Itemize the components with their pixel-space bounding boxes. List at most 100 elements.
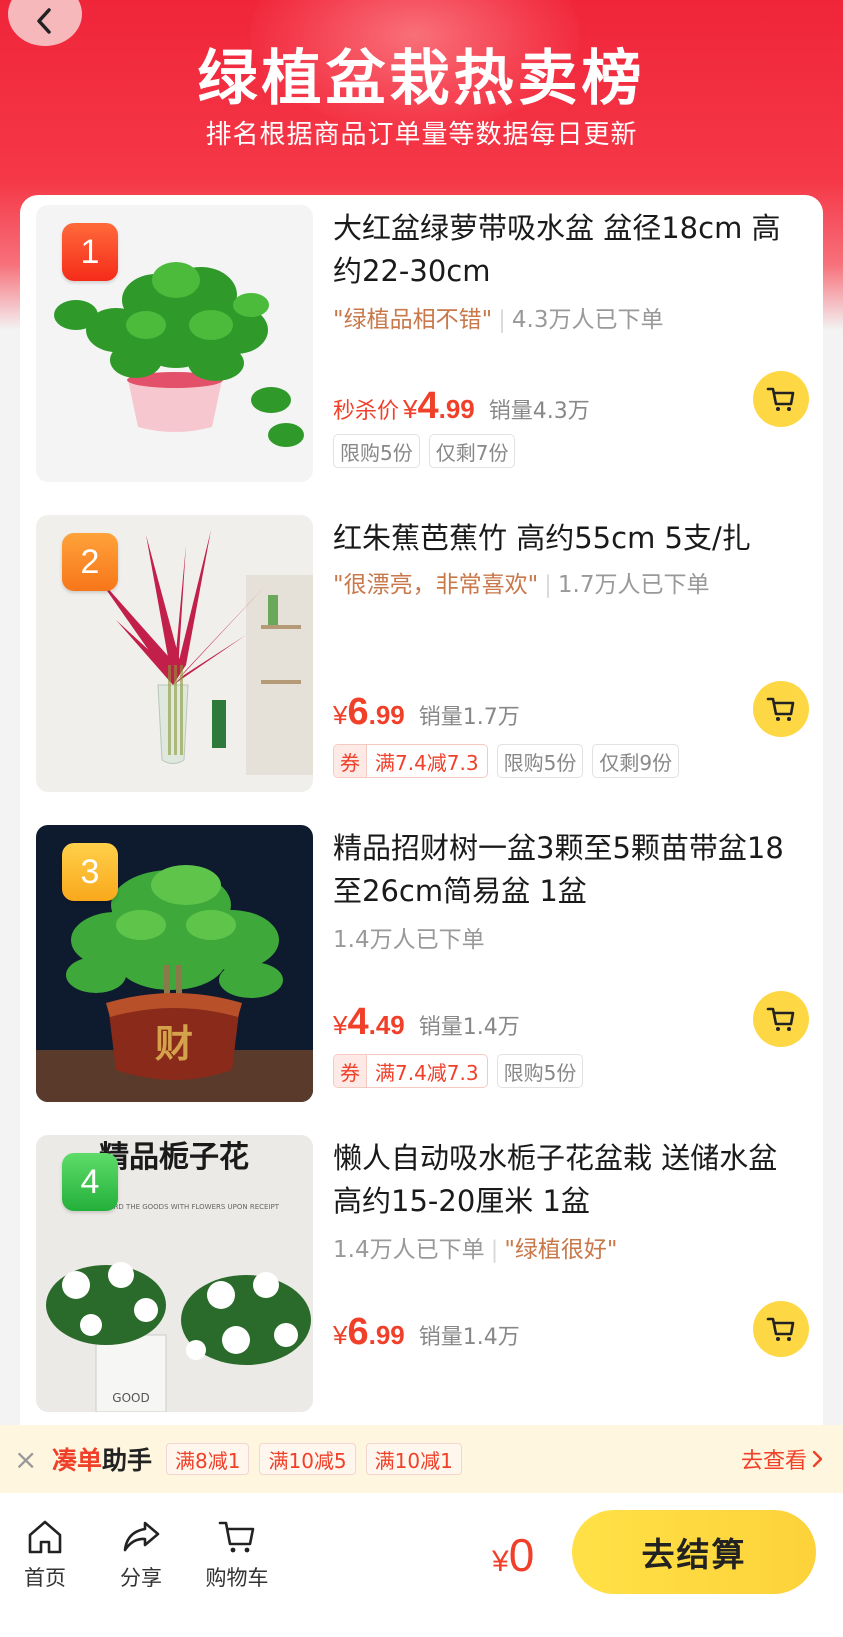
product-meta: 1.4万人已下单 <box>333 920 485 954</box>
price-integer: 6 <box>347 1311 369 1353</box>
price-integer: 4 <box>417 385 439 427</box>
currency-symbol: ¥ <box>403 394 418 424</box>
nav-home[interactable]: 首页 <box>0 1518 90 1592</box>
orders-count: 1.7万人已下单 <box>557 572 710 598</box>
nav-label: 分享 <box>120 1566 162 1590</box>
product-image[interactable]: 1 <box>36 205 313 482</box>
product-meta: 1.4万人已下单 | "绿植很好" <box>333 1230 618 1264</box>
view-bundle-label: 去查看 <box>740 1449 807 1474</box>
stock-tag: 仅剩7份 <box>428 434 516 468</box>
product-meta: "很漂亮，非常喜欢" | 1.7万人已下单 <box>333 565 710 599</box>
limit-tag: 限购5份 <box>496 1054 584 1088</box>
cart-icon <box>766 387 795 411</box>
list-item[interactable]: 财 3 精品招财树一盆3颗至5颗苗带盆18至26cm简易盆 1盆 1.4万人已下… <box>36 825 811 1105</box>
coupon-tag[interactable]: 券 满7.4减7.3 <box>333 744 488 778</box>
price-integer: 4 <box>347 1001 369 1043</box>
price-decimal: .49 <box>368 1010 405 1040</box>
currency-symbol: ¥ <box>333 700 348 730</box>
currency-symbol: ¥ <box>333 1320 348 1350</box>
pot-label: GOOD <box>112 1391 149 1405</box>
nav-label: 首页 <box>24 1566 66 1590</box>
rank-badge: 2 <box>62 533 118 591</box>
divider: | <box>490 1237 499 1263</box>
sales-count: 销量1.4万 <box>418 1015 520 1040</box>
sales-count: 销量4.3万 <box>488 399 590 424</box>
price-row: ¥ 4 .49 销量1.4万 <box>333 1001 520 1044</box>
nav-label: 购物车 <box>205 1566 269 1590</box>
rank-badge: 1 <box>62 223 118 281</box>
tag-list: 券 满7.4减7.3 限购5份 <box>333 1054 584 1088</box>
limit-tag: 限购5份 <box>496 744 584 778</box>
divider: | <box>498 307 506 333</box>
currency-symbol: ¥ <box>492 1545 509 1578</box>
nav-share[interactable]: 分享 <box>96 1518 186 1592</box>
product-image[interactable]: 精品栀子花 REWARD THE GOODS WITH FLOWERS UPON… <box>36 1135 313 1412</box>
stock-tag: 仅剩9份 <box>592 744 680 778</box>
rank-badge: 3 <box>62 843 118 901</box>
discount-chip[interactable]: 满10减1 <box>365 1443 462 1475</box>
page-title: 绿植盆栽热卖榜 <box>197 44 646 114</box>
price-decimal: .99 <box>368 1320 405 1350</box>
coupon-label: 券 <box>334 745 367 777</box>
helper-title-rest: 助手 <box>102 1446 153 1475</box>
price-row: ¥ 6 .99 销量1.7万 <box>333 691 520 734</box>
discount-chip[interactable]: 满8减1 <box>166 1443 250 1475</box>
orders-count: 4.3万人已下单 <box>511 307 664 333</box>
chevron-right-icon <box>812 1450 823 1468</box>
product-name[interactable]: 大红盆绿萝带吸水盆 盆径18cm 高约22-30cm <box>333 207 808 293</box>
flash-sale-label: 秒杀价 <box>333 399 400 424</box>
add-to-cart-button[interactable] <box>753 1301 809 1357</box>
list-item[interactable]: 精品栀子花 REWARD THE GOODS WITH FLOWERS UPON… <box>36 1135 811 1415</box>
product-meta: "绿植品相不错" | 4.3万人已下单 <box>333 300 664 334</box>
coupon-value: 满7.4减7.3 <box>375 1060 479 1085</box>
orders-count: 1.4万人已下单 <box>333 1237 485 1263</box>
add-to-cart-button[interactable] <box>753 991 809 1047</box>
price-decimal: .99 <box>368 700 405 730</box>
add-to-cart-button[interactable] <box>753 371 809 427</box>
view-bundle-link[interactable]: 去查看 <box>741 1443 825 1475</box>
cart-icon <box>766 1007 795 1031</box>
cart-icon <box>766 1317 795 1341</box>
image-headline: 精品栀子花 <box>99 1140 249 1175</box>
coupon-value: 满7.4减7.3 <box>375 750 479 775</box>
price-row: ¥ 6 .99 销量1.4万 <box>333 1311 520 1354</box>
total-value: 0 <box>508 1529 535 1581</box>
discount-chip[interactable]: 满10减5 <box>259 1443 356 1475</box>
review-quote: "很漂亮，非常喜欢" <box>333 572 539 598</box>
limit-tag: 限购5份 <box>333 434 420 468</box>
review-quote: "绿植很好" <box>504 1237 618 1263</box>
nav-cart[interactable]: 购物车 <box>192 1518 282 1592</box>
coupon-label: 券 <box>334 1055 367 1087</box>
review-quote: "绿植品相不错" <box>333 307 493 333</box>
checkout-button[interactable]: 去结算 <box>572 1510 816 1594</box>
add-to-cart-button[interactable] <box>753 681 809 737</box>
cart-icon <box>766 697 795 721</box>
cart-total: ¥0 <box>492 1528 534 1582</box>
tag-list: 限购5份 仅剩7份 <box>333 434 516 468</box>
product-name[interactable]: 精品招财树一盆3颗至5颗苗带盆18至26cm简易盆 1盆 <box>333 827 808 913</box>
product-image[interactable]: 财 3 <box>36 825 313 1102</box>
currency-symbol: ¥ <box>333 1010 348 1040</box>
tag-list: 券 满7.4减7.3 限购5份 仅剩9份 <box>333 744 680 778</box>
price-integer: 6 <box>347 691 369 733</box>
list-item[interactable]: 1 大红盆绿萝带吸水盆 盆径18cm 高约22-30cm "绿植品相不错" | 4.… <box>36 205 811 485</box>
image-subtext: REWARD THE GOODS WITH FLOWERS UPON RECEI… <box>93 1203 280 1211</box>
sales-count: 销量1.4万 <box>418 1325 520 1350</box>
helper-title: 凑单助手 <box>52 1441 152 1477</box>
coupon-tag[interactable]: 券 满7.4减7.3 <box>333 1054 488 1088</box>
product-name[interactable]: 红朱蕉芭蕉竹 高约55cm 5支/扎 <box>333 517 808 560</box>
sales-count: 销量1.7万 <box>418 705 520 730</box>
close-icon[interactable]: × <box>14 1443 44 1476</box>
helper-title-accent: 凑单 <box>52 1446 103 1475</box>
ranking-list: 1 大红盆绿萝带吸水盆 盆径18cm 高约22-30cm "绿植品相不错" | 4.… <box>20 195 823 1445</box>
price-row: 秒杀价 ¥ 4 .99 销量4.3万 <box>333 385 590 428</box>
page-subtitle: 排名根据商品订单量等数据每日更新 <box>205 120 638 150</box>
price-decimal: .99 <box>438 394 475 424</box>
list-item[interactable]: 2 红朱蕉芭蕉竹 高约55cm 5支/扎 "很漂亮，非常喜欢" | 1.7万人已下单… <box>36 515 811 795</box>
pot-character: 财 <box>155 1022 193 1066</box>
product-image[interactable]: 2 <box>36 515 313 792</box>
divider: | <box>544 572 552 598</box>
rank-badge: 4 <box>62 1153 118 1211</box>
cart-icon <box>218 1521 255 1553</box>
product-name[interactable]: 懒人自动吸水栀子花盆栽 送储水盆 高约15-20厘米 1盆 <box>333 1137 808 1223</box>
